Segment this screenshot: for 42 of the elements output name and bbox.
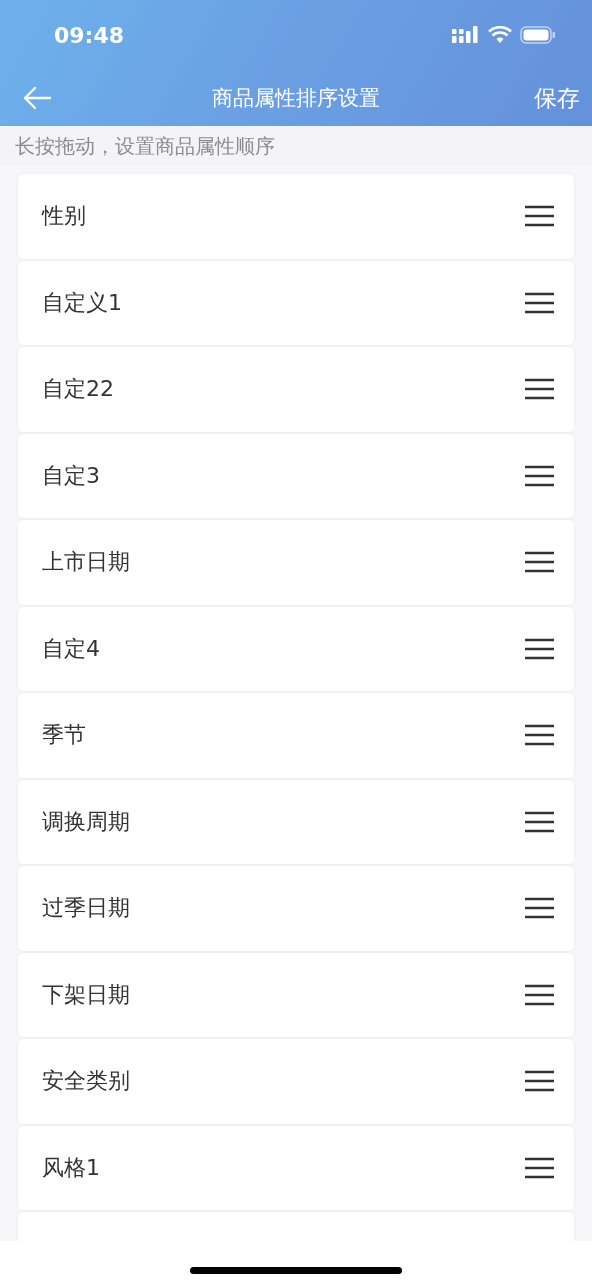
- signal-icon: [452, 26, 480, 44]
- drag-handle-icon[interactable]: [525, 1070, 554, 1093]
- attribute-name: 过季日期: [42, 894, 130, 923]
- attribute-row[interactable]: 自定4: [18, 606, 574, 691]
- drag-handle-icon[interactable]: [525, 1156, 554, 1179]
- drag-handle-icon[interactable]: [525, 205, 554, 228]
- drag-handle-icon[interactable]: [525, 291, 554, 314]
- drag-handle-icon[interactable]: [525, 983, 554, 1006]
- drag-handle-icon[interactable]: [525, 897, 554, 920]
- attribute-row[interactable]: 风格1: [18, 1125, 574, 1210]
- wifi-icon: [488, 26, 512, 44]
- attribute-name: 自定4: [42, 634, 100, 663]
- attribute-name: 风格1: [42, 1153, 100, 1182]
- attribute-row[interactable]: 过季日期: [18, 866, 574, 951]
- attribute-name: 季节: [42, 721, 86, 750]
- attribute-name: 下架日期: [42, 980, 130, 1009]
- attribute-row[interactable]: 性别: [18, 174, 574, 259]
- attribute-name: 自定22: [42, 375, 114, 404]
- hint-text: 长按拖动，设置商品属性顺序: [0, 126, 592, 166]
- attribute-name: 自定义1: [42, 288, 122, 317]
- drag-handle-icon[interactable]: [525, 464, 554, 487]
- attribute-row[interactable]: 上市日期: [18, 520, 574, 605]
- attribute-name: 上市日期: [42, 548, 130, 577]
- attribute-name: 安全类别: [42, 1067, 130, 1096]
- drag-handle-icon[interactable]: [525, 810, 554, 833]
- attribute-row[interactable]: 下架日期: [18, 952, 574, 1037]
- status-time: 09:48: [54, 22, 125, 48]
- drag-handle-icon[interactable]: [525, 378, 554, 401]
- page-title: 商品属性排序设置: [212, 85, 380, 112]
- drag-handle-icon[interactable]: [525, 637, 554, 660]
- attribute-row[interactable]: 自定3: [18, 433, 574, 518]
- attribute-name: 调换周期: [42, 807, 130, 836]
- attribute-row[interactable]: 自定义1: [18, 260, 574, 345]
- attribute-row[interactable]: 季节: [18, 693, 574, 778]
- attribute-name: 自定3: [42, 461, 100, 490]
- battery-icon: [520, 26, 556, 44]
- attribute-row[interactable]: 调换周期: [18, 779, 574, 864]
- attribute-name: 性别: [42, 202, 86, 231]
- drag-handle-icon[interactable]: [525, 724, 554, 747]
- drag-handle-icon[interactable]: [525, 551, 554, 574]
- attribute-row[interactable]: 安全类别: [18, 1039, 574, 1124]
- attribute-row[interactable]: 自定22: [18, 347, 574, 432]
